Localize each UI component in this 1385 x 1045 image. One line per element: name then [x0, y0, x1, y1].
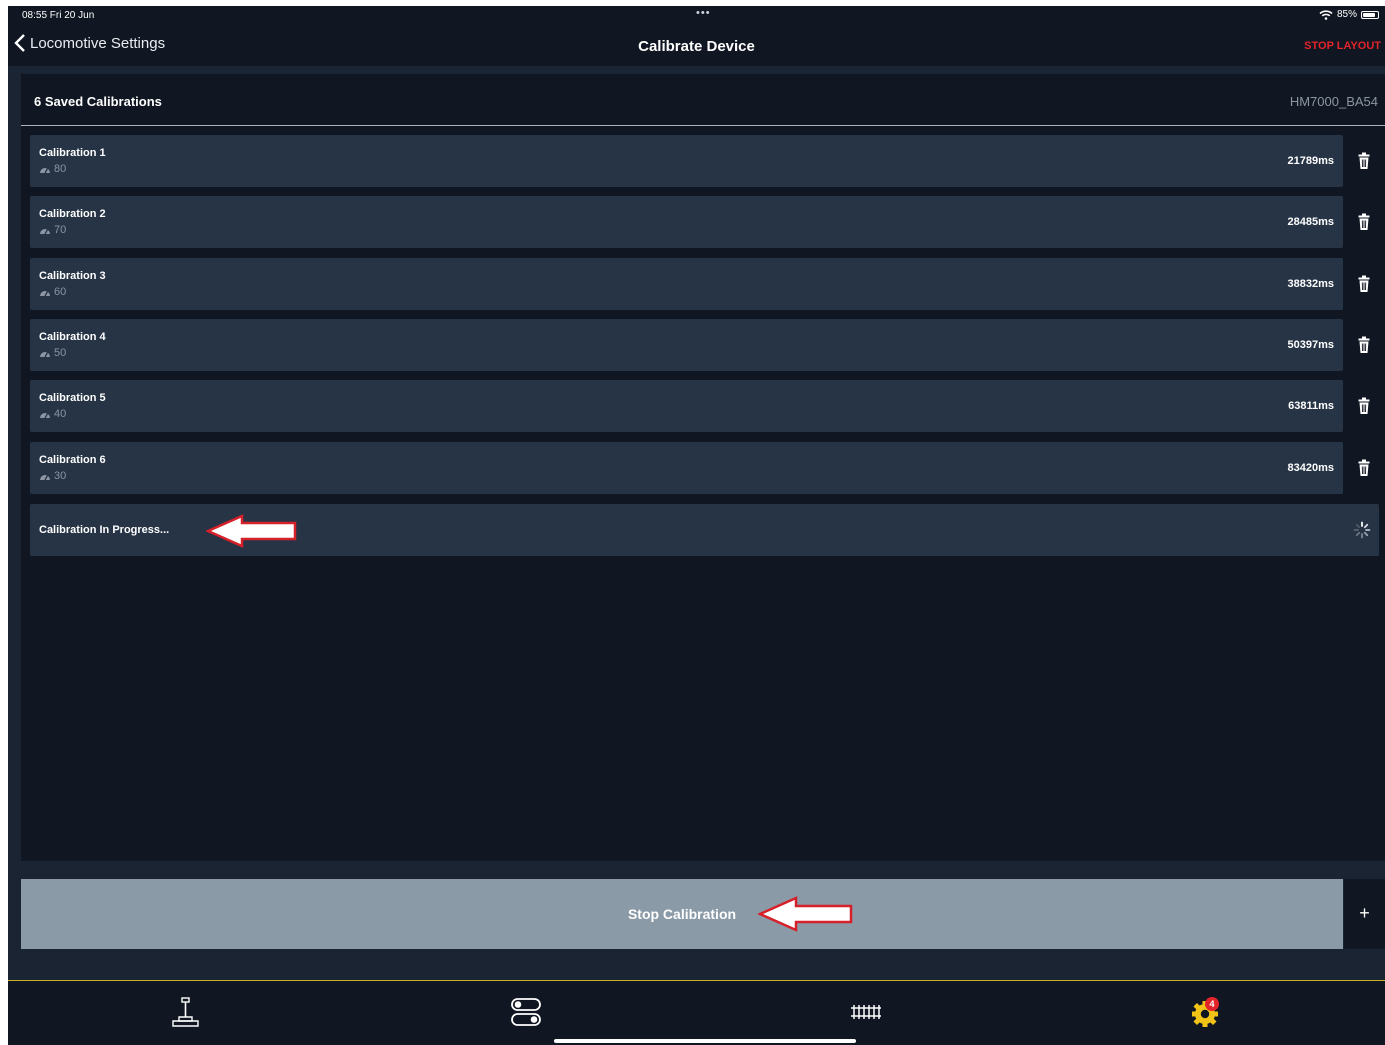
calibration-speed-value: 70	[54, 224, 67, 236]
stop-calibration-label: Stop Calibration	[627, 906, 737, 922]
calibration-row[interactable]: Calibration 5 40 63811ms	[30, 380, 1343, 432]
tab-layout[interactable]	[846, 995, 886, 1035]
tab-throttle[interactable]	[166, 995, 206, 1035]
tab-accessories[interactable]	[506, 995, 546, 1035]
calibration-time: 38832ms	[1287, 278, 1335, 290]
calibration-speed: 50	[39, 347, 66, 359]
calibration-speed-value: 30	[54, 470, 67, 482]
speedometer-icon	[39, 409, 51, 419]
calibration-name: Calibration 6	[39, 454, 106, 466]
calibration-name: Calibration 1	[39, 147, 106, 159]
page-title: Calibrate Device	[638, 38, 755, 55]
wifi-icon	[1319, 9, 1333, 20]
status-indicators: 85%	[1319, 9, 1379, 20]
calibration-name: Calibration 5	[39, 392, 106, 404]
calibration-name: Calibration 4	[39, 331, 106, 343]
home-indicator	[554, 1039, 856, 1043]
add-button[interactable]: +	[1344, 879, 1385, 949]
calibration-name: Calibration 3	[39, 270, 106, 282]
trash-icon[interactable]	[1358, 152, 1370, 170]
saved-calibrations-count: 6 Saved Calibrations	[34, 94, 162, 109]
calibration-speed: 30	[39, 470, 66, 482]
track-icon	[846, 995, 886, 1029]
toggles-icon	[506, 995, 546, 1029]
battery-icon	[1361, 10, 1379, 19]
device-name: HM7000_BA54	[1289, 94, 1378, 109]
annotation-arrow-stop	[758, 896, 854, 932]
device-screen: 08:55 Fri 20 Jun ••• 85% Locomotive Sett…	[8, 6, 1385, 1045]
calibration-speed: 60	[39, 286, 66, 298]
calibration-speed-value: 80	[54, 163, 67, 175]
trash-icon[interactable]	[1358, 275, 1370, 293]
trash-icon[interactable]	[1358, 336, 1370, 354]
battery-percent: 85%	[1336, 9, 1357, 20]
calibration-speed: 80	[39, 163, 66, 175]
calibration-name: Calibration 2	[39, 208, 106, 220]
speedometer-icon	[39, 287, 51, 297]
speedometer-icon	[39, 164, 51, 174]
calibrations-panel: 6 Saved Calibrations HM7000_BA54 Calibra…	[21, 74, 1385, 861]
trash-icon[interactable]	[1358, 397, 1370, 415]
status-time: 08:55 Fri 20 Jun	[22, 10, 95, 21]
calibration-speed-value: 40	[54, 408, 67, 420]
calibration-time: 63811ms	[1288, 400, 1334, 412]
calibration-row[interactable]: Calibration 3 60 38832ms	[30, 258, 1343, 310]
spinner-icon	[1353, 521, 1371, 539]
calibration-row[interactable]: Calibration 6 30 83420ms	[30, 442, 1343, 494]
speedometer-icon	[39, 225, 51, 235]
calibration-row[interactable]: Calibration 2 70 28485ms	[30, 196, 1343, 248]
trash-icon[interactable]	[1358, 213, 1370, 231]
calibration-speed: 40	[39, 408, 66, 420]
calibration-speed: 70	[39, 224, 66, 236]
multitasking-dots[interactable]: •••	[696, 7, 711, 19]
tab-bar: 4	[8, 980, 1385, 1045]
calibration-speed-value: 50	[54, 347, 67, 359]
progress-label: Calibration In Progress...	[39, 524, 170, 536]
calibration-time: 28485ms	[1287, 216, 1335, 228]
annotation-arrow-progress	[206, 514, 298, 548]
tab-settings[interactable]: 4	[1185, 995, 1225, 1035]
calibration-time: 83420ms	[1287, 462, 1335, 474]
calibration-time: 21789ms	[1287, 155, 1335, 167]
speedometer-icon	[39, 348, 51, 358]
panel-header: 6 Saved Calibrations HM7000_BA54	[21, 74, 1385, 126]
throttle-icon	[166, 995, 206, 1029]
status-bar: 08:55 Fri 20 Jun ••• 85%	[8, 6, 1385, 26]
stop-calibration-button[interactable]: Stop Calibration	[21, 879, 1343, 949]
calibration-time: 50397ms	[1287, 339, 1335, 351]
calibration-row[interactable]: Calibration 4 50 50397ms	[30, 319, 1343, 371]
navigation-bar: Locomotive Settings Calibrate Device STO…	[8, 26, 1385, 66]
trash-icon[interactable]	[1358, 459, 1370, 477]
notification-badge: 4	[1205, 997, 1219, 1011]
calibration-row[interactable]: Calibration 1 80 21789ms	[30, 135, 1343, 187]
speedometer-icon	[39, 471, 51, 481]
stop-layout-button[interactable]: STOP LAYOUT	[1304, 40, 1381, 52]
calibration-speed-value: 60	[54, 286, 67, 298]
